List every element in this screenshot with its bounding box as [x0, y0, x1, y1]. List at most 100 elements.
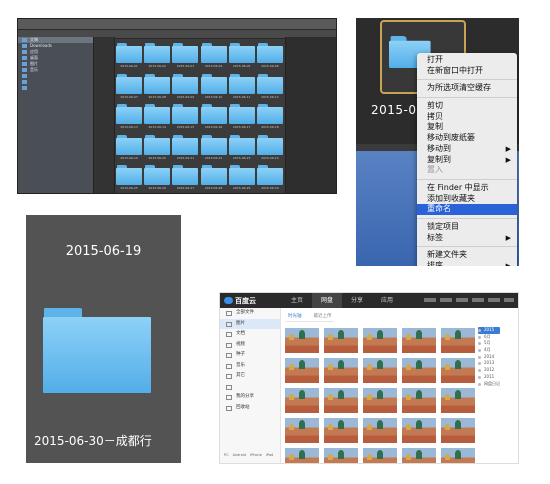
menu-item[interactable]: 打开 [417, 55, 517, 66]
folder-item[interactable]: 2015-06-16 [199, 104, 227, 132]
folder-item[interactable]: 2015-06-05 [228, 43, 256, 71]
sidebar-item[interactable]: 我的分享 [220, 392, 280, 403]
sidebar-item[interactable]: 音乐 [220, 361, 280, 372]
folder-item[interactable]: 2015-06-24 [256, 134, 284, 163]
photo-thumbnail[interactable] [284, 327, 320, 354]
nav-tab[interactable]: 应用 [372, 293, 402, 308]
folder-item[interactable]: 2015-06-29 [228, 165, 256, 193]
folder-item[interactable]: 2015-06-30 [256, 165, 284, 193]
photo-thumbnail[interactable] [284, 357, 320, 384]
sidebar-item[interactable] [18, 85, 93, 91]
menu-item[interactable]: 在 Finder 中显示 [417, 183, 517, 194]
menu-item[interactable]: 在新窗口中打开 [417, 66, 517, 77]
photo-thumbnail[interactable] [440, 447, 476, 463]
timeline-item[interactable]: 4月 [478, 347, 500, 354]
sidebar-item[interactable]: 种子 [220, 350, 280, 361]
timeline-item[interactable]: 5月 [478, 340, 500, 347]
device-item[interactable]: iPad [266, 453, 273, 457]
photo-thumbnail[interactable] [362, 357, 398, 384]
tab[interactable]: 最近上传 [314, 313, 332, 319]
folder-item[interactable]: 2015-06-11 [228, 73, 256, 102]
timeline-item[interactable]: 2012 [478, 367, 500, 374]
folder-item[interactable]: 2015-06-23 [228, 134, 256, 163]
device-item[interactable]: Android [233, 453, 247, 457]
sidebar-item[interactable]: 回收站 [220, 403, 280, 414]
folder-item[interactable]: 2015-06-22 [199, 134, 227, 163]
folder-item[interactable]: 2015-06-21 [171, 134, 199, 163]
timeline-item[interactable]: 2014 [478, 354, 500, 361]
photo-thumbnail[interactable] [323, 327, 359, 354]
timeline-item[interactable]: 2011 [478, 374, 500, 381]
folder-item[interactable]: 2015-06-03 [171, 43, 199, 71]
nav-tab[interactable]: 网盘 [312, 293, 343, 308]
photo-thumbnail[interactable] [401, 327, 437, 354]
photo-thumbnail[interactable] [323, 357, 359, 384]
menu-item[interactable]: 重命名 [417, 204, 517, 215]
timeline-item[interactable]: 2013 [478, 360, 500, 367]
photo-thumbnail[interactable] [362, 447, 398, 463]
folder-item[interactable]: 2015-06-08 [143, 73, 171, 102]
folder-item[interactable]: 2015-06-14 [143, 104, 171, 132]
folder-item[interactable]: 2015-06-27 [171, 165, 199, 193]
photo-thumbnail[interactable] [323, 447, 359, 463]
folder-item[interactable]: 2015-06-04 [199, 43, 227, 71]
folder-item[interactable]: 2015-06-15 [171, 104, 199, 132]
photo-thumbnail[interactable] [362, 387, 398, 414]
menu-item[interactable]: 剪切 [417, 101, 517, 112]
photo-thumbnail[interactable] [284, 417, 320, 444]
folder-item[interactable]: 2015-06-26 [143, 165, 171, 193]
timeline-item[interactable]: 网盘日记 [478, 381, 500, 388]
timeline-item[interactable]: 6月 [478, 334, 500, 341]
header-right-links[interactable] [424, 298, 514, 302]
folder-item[interactable]: 2015-06-09 [171, 73, 199, 102]
folder-item[interactable]: 2015-06-01 [115, 43, 143, 71]
folder-item[interactable]: 2015-06-10 [199, 73, 227, 102]
photo-thumbnail[interactable] [284, 447, 320, 463]
sidebar-item[interactable]: 全部文件 [220, 308, 280, 319]
folder-item[interactable]: 2015-06-17 [228, 104, 256, 132]
folder-item[interactable]: 2015-06-18 [256, 104, 284, 132]
photo-thumbnail[interactable] [401, 357, 437, 384]
menu-item[interactable]: 为所选项清空缓存 [417, 83, 517, 94]
folder-item[interactable]: 2015-06-19 [115, 134, 143, 163]
nav-tab[interactable]: 分享 [342, 293, 372, 308]
menu-item[interactable]: 新建文件夹 [417, 250, 517, 261]
menu-item[interactable]: 移动到废纸篓 [417, 133, 517, 144]
folder-item[interactable]: 2015-06-06 [256, 43, 284, 71]
photo-thumbnail[interactable] [401, 417, 437, 444]
device-item[interactable]: PC [224, 453, 229, 457]
folder-item[interactable]: 2015-06-25 [115, 165, 143, 193]
menu-item[interactable]: 标签 ▶ [417, 233, 517, 244]
folder-item[interactable]: 2015-06-02 [143, 43, 171, 71]
sidebar-item[interactable]: 图片 [220, 318, 280, 329]
folder-item[interactable]: 2015-06-28 [199, 165, 227, 193]
photo-thumbnail[interactable] [401, 447, 437, 463]
photo-thumbnail[interactable] [440, 357, 476, 384]
photo-thumbnail[interactable] [362, 417, 398, 444]
photo-thumbnail[interactable] [440, 387, 476, 414]
photo-thumbnail[interactable] [440, 417, 476, 444]
sidebar-item[interactable] [220, 382, 280, 393]
sidebar-item[interactable]: 其它 [220, 371, 280, 382]
photo-thumbnail[interactable] [401, 387, 437, 414]
menu-item[interactable]: 拷贝 [417, 112, 517, 123]
photo-thumbnail[interactable] [284, 387, 320, 414]
nav-tab[interactable]: 主页 [282, 293, 312, 308]
folder-item[interactable]: 2015-06-07 [115, 73, 143, 102]
menu-item[interactable]: 移动到 ▶ [417, 144, 517, 155]
photo-thumbnail[interactable] [323, 417, 359, 444]
timeline-item[interactable]: 2015 [478, 327, 500, 334]
sidebar-item[interactable]: 视频 [220, 340, 280, 351]
tab[interactable]: 时光轴 [288, 313, 302, 319]
folder-icon[interactable] [43, 308, 151, 393]
folder-item[interactable]: 2015-06-20 [143, 134, 171, 163]
photo-thumbnail[interactable] [323, 387, 359, 414]
device-item[interactable]: iPhone [250, 453, 262, 457]
menu-item[interactable]: 锁定项目 [417, 222, 517, 233]
photo-thumbnail[interactable] [362, 327, 398, 354]
menu-item[interactable]: 排序 ▶ [417, 261, 517, 266]
folder-item[interactable]: 2015-06-12 [256, 73, 284, 102]
photo-thumbnail[interactable] [440, 327, 476, 354]
menu-item[interactable]: 添加到收藏夹 [417, 194, 517, 205]
folder-item[interactable]: 2015-06-13 [115, 104, 143, 132]
